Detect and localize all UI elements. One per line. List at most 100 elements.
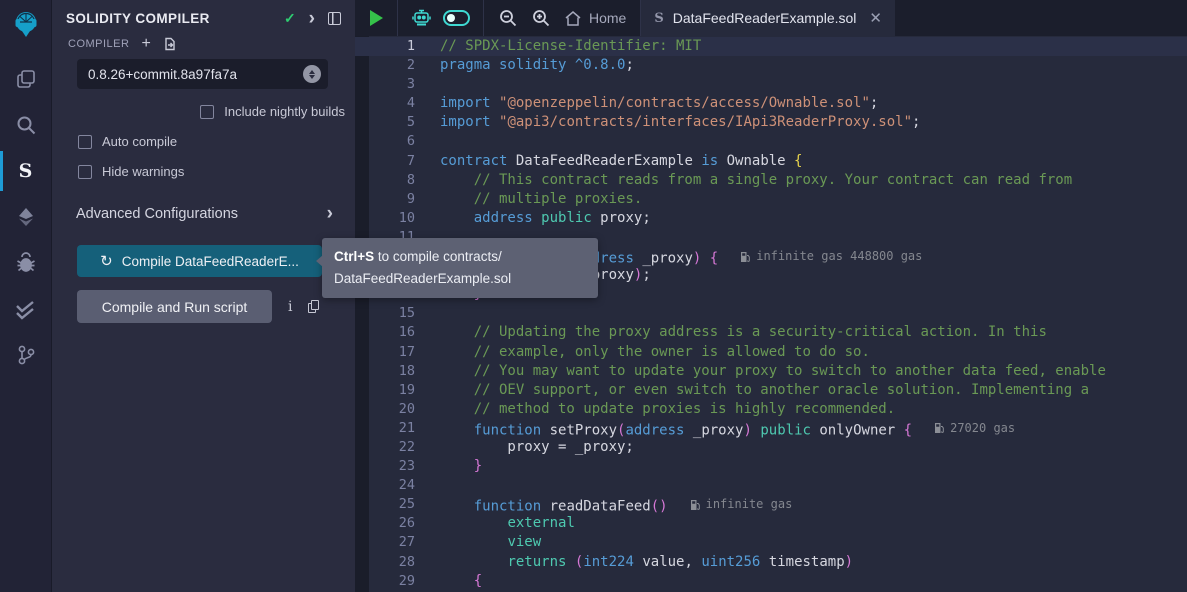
- load-compiler-from-file-icon[interactable]: [163, 37, 177, 51]
- line-number: 22: [355, 438, 424, 457]
- compile-and-run-button[interactable]: Compile and Run script: [77, 290, 272, 323]
- code-line: 22 proxy = _proxy;: [355, 438, 1187, 457]
- code-line: 6: [355, 132, 1187, 151]
- line-number: 5: [355, 113, 424, 132]
- tooltip-text-line1: to compile contracts/: [374, 249, 502, 264]
- pin-panel-icon[interactable]: [328, 12, 341, 25]
- nightly-builds-label: Include nightly builds: [224, 104, 345, 119]
- gas-estimate-badge: 27020 gas: [934, 419, 1015, 438]
- compile-button[interactable]: ↻ Compile DataFeedReaderE...: [77, 245, 322, 277]
- sidebar-item-debugger[interactable]: [0, 240, 52, 286]
- close-tab-icon[interactable]: ✕: [869, 9, 882, 27]
- dropdown-arrows-icon: [303, 65, 321, 83]
- line-number: 18: [355, 362, 424, 381]
- panel-header: SOLIDITY COMPILER ✓ ›: [52, 0, 355, 31]
- deploy-run-icon: [15, 206, 37, 228]
- sidebar-item-solidity-compiler[interactable]: S: [0, 148, 52, 194]
- advanced-configurations-label: Advanced Configurations: [76, 206, 238, 222]
- code-line: 4import "@openzeppelin/contracts/access/…: [355, 94, 1187, 113]
- editor-tabbar: Home S DataFeedReaderExample.sol ✕: [355, 0, 1187, 36]
- code-line: 2pragma solidity ^0.8.0;: [355, 56, 1187, 75]
- line-number: 1: [355, 37, 424, 56]
- compile-shortcut-tooltip: Ctrl+S to compile contracts/ DataFeedRea…: [322, 238, 598, 298]
- add-compiler-icon[interactable]: +: [141, 38, 150, 50]
- nightly-builds-checkbox[interactable]: [200, 105, 214, 119]
- line-number: 26: [355, 514, 424, 533]
- line-number: 8: [355, 171, 424, 190]
- advanced-chevron-icon: ›: [327, 208, 333, 220]
- tooltip-shortcut: Ctrl+S: [334, 249, 374, 264]
- compiler-version-dropdown[interactable]: 0.8.26+commit.8a97fa7a: [77, 59, 328, 89]
- tooltip-text-line2: DataFeedReaderExample.sol: [334, 268, 586, 290]
- refresh-icon: ↻: [100, 254, 113, 269]
- line-number: 17: [355, 343, 424, 362]
- git-branch-icon: [15, 344, 37, 366]
- debugger-bug-icon: [15, 252, 37, 274]
- code-line: 23 }: [355, 457, 1187, 476]
- panel-title: SOLIDITY COMPILER: [66, 11, 284, 26]
- code-line: 21 function setProxy(address _proxy) pub…: [355, 419, 1187, 438]
- remix-ide-window: S: [0, 0, 1187, 592]
- code-line: 27 view: [355, 533, 1187, 552]
- compiler-section-label: COMPILER: [68, 38, 129, 50]
- home-icon: [564, 10, 582, 27]
- info-icon: i: [288, 299, 292, 315]
- code-line: 5import "@api3/contracts/interfaces/IApi…: [355, 113, 1187, 132]
- advanced-configurations-toggle[interactable]: Advanced Configurations ›: [52, 206, 355, 222]
- solidity-compiler-icon: S: [19, 160, 33, 182]
- search-icon: [15, 114, 37, 136]
- gas-pump-icon: [740, 251, 750, 263]
- sidebar-item-deploy-run[interactable]: [0, 194, 52, 240]
- solidity-file-icon: S: [654, 11, 663, 26]
- sidebar-item-git[interactable]: [0, 332, 52, 378]
- line-number: 9: [355, 190, 424, 209]
- remix-logo-icon: [8, 7, 44, 43]
- line-number: 19: [355, 381, 424, 400]
- code-line: 15: [355, 304, 1187, 323]
- line-number: 10: [355, 209, 424, 228]
- collapse-panel-chevron-icon[interactable]: ›: [309, 13, 315, 25]
- home-tab-label: Home: [589, 10, 626, 26]
- zoom-in-icon[interactable]: [531, 8, 551, 28]
- code-line: 8 // This contract reads from a single p…: [355, 171, 1187, 190]
- code-line: 28 returns (int224 value, uint256 timest…: [355, 553, 1187, 572]
- gas-estimate-badge: infinite gas: [690, 495, 793, 514]
- run-script-play-button[interactable]: [370, 10, 383, 26]
- sidebar-item-file-explorer[interactable]: [0, 56, 52, 102]
- gas-estimate-badge: infinite gas 448800 gas: [740, 247, 922, 266]
- tab-home[interactable]: Home: [564, 10, 626, 27]
- hide-warnings-checkbox[interactable]: [78, 165, 92, 179]
- icon-sidebar: S: [0, 0, 52, 592]
- zoom-out-icon[interactable]: [498, 8, 518, 28]
- code-line: 7contract DataFeedReaderExample is Ownab…: [355, 152, 1187, 171]
- ai-copilot-robot-icon[interactable]: [411, 8, 432, 28]
- toggle-knob: [447, 14, 455, 22]
- compile-success-check-icon: ✓: [284, 10, 296, 27]
- auto-compile-checkbox[interactable]: [78, 135, 92, 149]
- hide-warnings-label: Hide warnings: [102, 164, 184, 179]
- sidebar-item-unit-testing[interactable]: [0, 286, 52, 332]
- copy-icon[interactable]: [308, 300, 319, 313]
- line-number: 23: [355, 457, 424, 476]
- compiler-section-row: COMPILER +: [52, 31, 355, 51]
- gas-pump-icon: [934, 422, 944, 434]
- line-number: 29: [355, 572, 424, 591]
- line-number: 3: [355, 75, 424, 94]
- code-editor[interactable]: 1// SPDX-License-Identifier: MIT2pragma …: [355, 36, 1187, 592]
- line-number: 28: [355, 553, 424, 572]
- code-line: 20 // method to update proxies is highly…: [355, 400, 1187, 419]
- line-number: 27: [355, 533, 424, 552]
- line-number: 16: [355, 323, 424, 342]
- tab-datafeedreaderexample[interactable]: S DataFeedReaderExample.sol ✕: [641, 0, 895, 36]
- hide-warnings-row: Hide warnings: [52, 164, 355, 179]
- sidebar-item-home-logo[interactable]: [0, 0, 52, 50]
- line-number: 24: [355, 476, 424, 495]
- code-line: 17 // example, only the owner is allowed…: [355, 343, 1187, 362]
- ai-copilot-toggle[interactable]: [443, 10, 470, 26]
- line-number: 2: [355, 56, 424, 75]
- code-line: 1// SPDX-License-Identifier: MIT: [355, 37, 1187, 56]
- code-line: 29 {: [355, 572, 1187, 591]
- sidebar-item-search[interactable]: [0, 102, 52, 148]
- auto-compile-row: Auto compile: [52, 134, 355, 149]
- code-line: 24: [355, 476, 1187, 495]
